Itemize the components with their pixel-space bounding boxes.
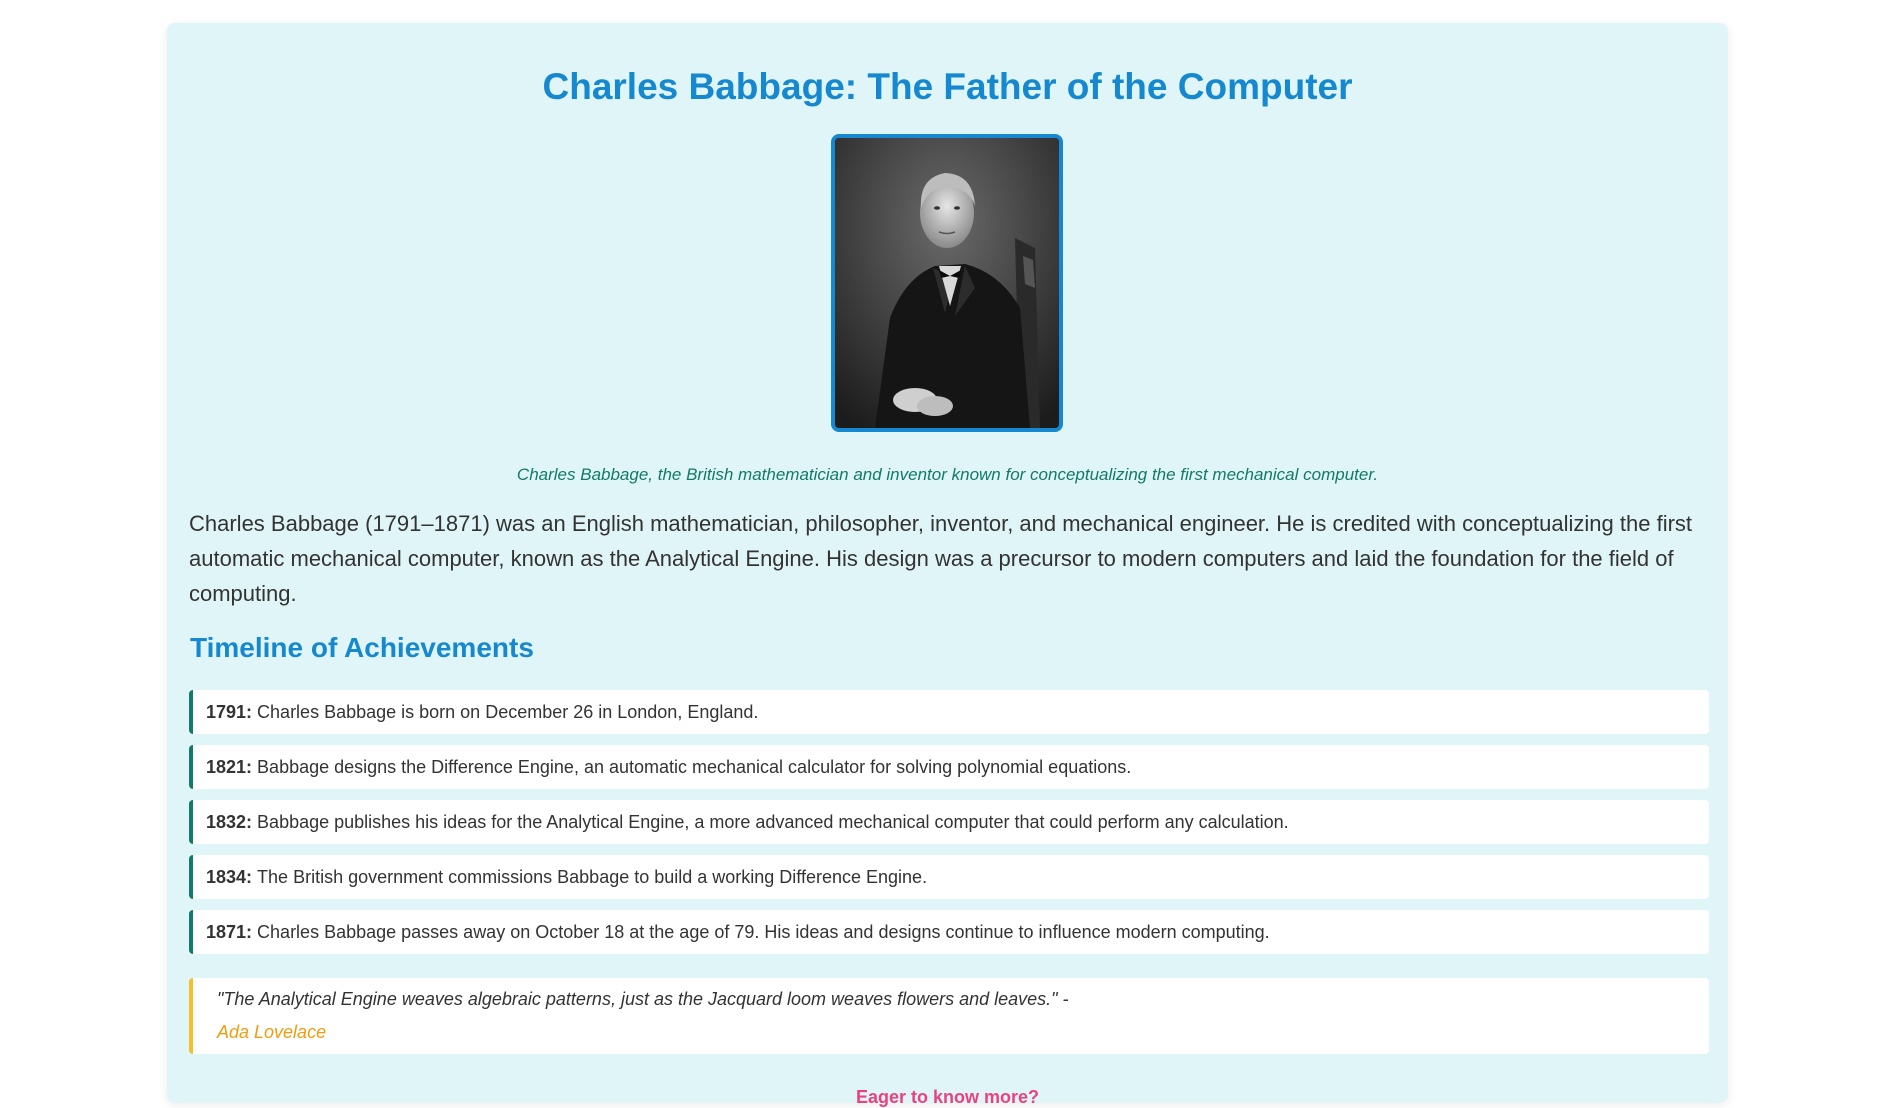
portrait-caption: Charles Babbage, the British mathematici… — [516, 465, 1379, 484]
timeline-text: Babbage designs the Difference Engine, a… — [257, 756, 1132, 777]
intro-paragraph: Charles Babbage (1791–1871) was an Engli… — [189, 511, 1693, 606]
timeline-item: 1821: Babbage designs the Difference Eng… — [189, 745, 1709, 789]
timeline-year: 1821: — [206, 756, 253, 777]
timeline-text: The British government commissions Babba… — [257, 866, 928, 887]
timeline-heading: Timeline of Achievements — [190, 632, 534, 663]
quote-text: "The Analytical Engine weaves algebraic … — [217, 989, 1069, 1009]
portrait-image — [831, 134, 1063, 432]
timeline-text: Charles Babbage is born on December 26 i… — [257, 701, 759, 722]
page-title: Charles Babbage: The Father of the Compu… — [542, 66, 1353, 107]
timeline-text: Charles Babbage passes away on October 1… — [257, 921, 1270, 942]
quote-author: Ada Lovelace — [217, 1022, 327, 1042]
timeline-item: 1832: Babbage publishes his ideas for th… — [189, 800, 1709, 844]
portrait-photo-icon — [835, 138, 1059, 428]
timeline-year: 1791: — [206, 701, 253, 722]
timeline-item: 1834: The British government commissions… — [189, 855, 1709, 899]
learn-more-link[interactable]: Eager to know more? — [167, 1087, 1728, 1108]
timeline-year: 1834: — [206, 866, 253, 887]
timeline-year: 1871: — [206, 921, 253, 942]
quote-block: "The Analytical Engine weaves algebraic … — [189, 978, 1709, 1054]
content-card: Charles Babbage: The Father of the Compu… — [167, 23, 1728, 1107]
timeline-item: 1871: Charles Babbage passes away on Oct… — [189, 910, 1709, 954]
timeline-text: Babbage publishes his ideas for the Anal… — [257, 811, 1289, 832]
timeline-list: 1791: Charles Babbage is born on Decembe… — [189, 690, 1709, 965]
timeline-item: 1791: Charles Babbage is born on Decembe… — [189, 690, 1709, 734]
timeline-year: 1832: — [206, 811, 253, 832]
